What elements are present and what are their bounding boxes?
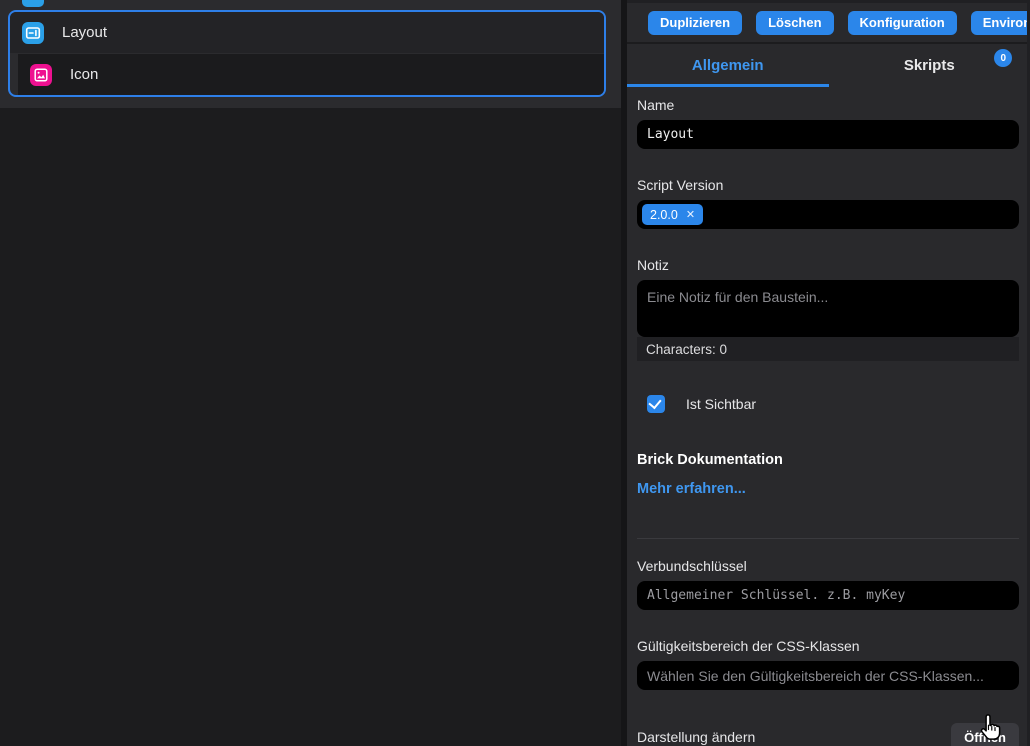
css-scope-label: Gültigkeitsbereich der CSS-Klassen <box>637 638 1019 654</box>
layout-icon <box>22 22 44 44</box>
css-scope-input[interactable] <box>637 661 1019 690</box>
skripts-count-badge: 0 <box>994 49 1012 67</box>
verbundschluessel-label: Verbundschlüssel <box>637 558 1019 574</box>
checkmark-icon <box>648 396 661 410</box>
mehr-erfahren-link[interactable]: Mehr erfahren... <box>637 481 746 497</box>
section-divider <box>637 538 1019 539</box>
notiz-textarea[interactable] <box>637 280 1019 337</box>
tree-item-icon[interactable]: Icon <box>18 54 604 95</box>
konfiguration-button[interactable]: Konfiguration <box>848 11 957 35</box>
character-counter: Characters: 0 <box>637 337 1019 361</box>
partial-brick-icon <box>22 0 44 7</box>
environment-button[interactable]: Environment <box>971 11 1030 35</box>
name-input[interactable] <box>637 120 1019 149</box>
tab-allgemein[interactable]: Allgemein <box>627 44 829 87</box>
editor-canvas-panel: Layout Icon <box>0 0 621 746</box>
name-label: Name <box>637 97 1019 113</box>
ist-sichtbar-checkbox[interactable] <box>647 395 665 413</box>
properties-panel: Duplizieren Löschen Konfiguration Enviro… <box>627 0 1030 746</box>
close-icon[interactable]: ✕ <box>686 208 695 221</box>
tree-item-layout[interactable]: Layout <box>10 12 604 53</box>
brick-tree: Layout Icon <box>0 0 621 108</box>
tab-skripts[interactable]: Skripts 0 <box>829 44 1030 87</box>
image-icon <box>30 64 52 86</box>
oeffnen-button[interactable]: Öffnen <box>951 723 1019 746</box>
ist-sichtbar-row: Ist Sichtbar <box>637 395 1019 413</box>
action-toolbar: Duplizieren Löschen Konfiguration Enviro… <box>627 3 1030 44</box>
notiz-label: Notiz <box>637 257 1019 273</box>
darstellung-row: Darstellung ändern Öffnen <box>637 723 1019 746</box>
selected-brick-group[interactable]: Layout Icon <box>8 10 606 97</box>
tree-item-label: Layout <box>62 24 107 41</box>
loeschen-button[interactable]: Löschen <box>756 11 833 35</box>
allgemein-form: Name Script Version 2.0.0 ✕ Notiz Charac… <box>627 87 1030 746</box>
version-chip: 2.0.0 ✕ <box>642 204 703 225</box>
tree-item-label: Icon <box>70 66 98 83</box>
verbundschluessel-input[interactable] <box>637 581 1019 610</box>
ist-sichtbar-label: Ist Sichtbar <box>686 396 756 412</box>
brick-doc-heading: Brick Dokumentation <box>637 452 1019 468</box>
script-version-label: Script Version <box>637 177 1019 193</box>
tab-bar: Allgemein Skripts 0 <box>627 44 1030 87</box>
darstellung-label: Darstellung ändern <box>637 729 755 745</box>
script-version-input[interactable]: 2.0.0 ✕ <box>637 200 1019 229</box>
duplizieren-button[interactable]: Duplizieren <box>648 11 742 35</box>
app-window: Layout Icon Dupliziere <box>0 0 1030 746</box>
